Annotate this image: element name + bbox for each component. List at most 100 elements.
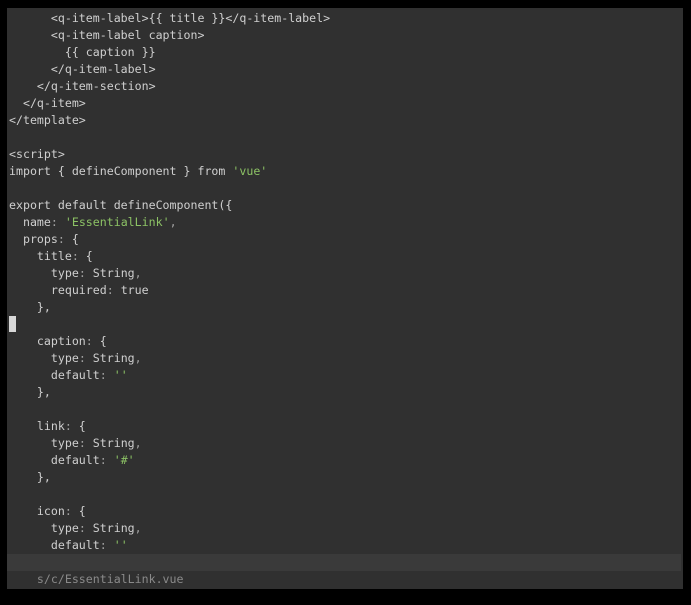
code-token: String: [85, 266, 135, 280]
code-token: ,: [134, 436, 142, 450]
code-line[interactable]: </q-item>: [9, 95, 683, 112]
code-token: :: [50, 215, 58, 229]
code-token: :: [99, 538, 107, 552]
string-token: '': [113, 368, 128, 382]
code-line[interactable]: import { defineComponent } from 'vue': [9, 163, 683, 180]
code-token: ,: [134, 351, 142, 365]
code-token: type: [9, 436, 79, 450]
code-token: {: [78, 249, 93, 263]
code-line[interactable]: <script>: [9, 146, 683, 163]
code-line[interactable]: [9, 316, 683, 333]
code-token: <script>: [9, 147, 65, 161]
code-line[interactable]: default: '': [9, 367, 683, 384]
code-line[interactable]: </q-item-section>: [9, 78, 683, 95]
code-token: type: [9, 351, 79, 365]
code-token: :: [64, 504, 72, 518]
code-line[interactable]: link: {: [9, 418, 683, 435]
code-line[interactable]: default: '': [9, 537, 683, 554]
code-token: default: [9, 453, 100, 467]
code-token: :: [78, 351, 86, 365]
file-path: s/c/EssentialLink.vue: [36, 572, 184, 586]
code-token: <q-item-label caption>: [9, 28, 205, 42]
code-token: :: [106, 283, 114, 297]
status-bar: s/c/EssentialLink.vue: [7, 554, 681, 586]
code-line[interactable]: required: true: [9, 282, 683, 299]
code-line[interactable]: <q-item-label caption>: [9, 27, 683, 44]
code-area[interactable]: <q-item-label>{{ title }}</q-item-label>…: [9, 10, 683, 554]
code-token: :: [57, 232, 65, 246]
code-token: {: [71, 419, 86, 433]
string-token: 'vue': [232, 164, 268, 178]
code-token: import { defineComponent } from: [9, 164, 233, 178]
code-line[interactable]: },: [9, 469, 683, 486]
code-line[interactable]: title: {: [9, 248, 683, 265]
code-line[interactable]: props: {: [9, 231, 683, 248]
code-token: },: [9, 300, 51, 314]
code-token: {: [64, 232, 79, 246]
code-line[interactable]: [9, 486, 683, 503]
code-token: icon: [9, 504, 65, 518]
code-token: String: [85, 436, 135, 450]
code-token: title: [9, 249, 72, 263]
code-line[interactable]: },: [9, 384, 683, 401]
code-line[interactable]: type: String,: [9, 520, 683, 537]
code-token: :: [99, 453, 107, 467]
code-line[interactable]: export default defineComponent({: [9, 197, 683, 214]
code-token: type: [9, 521, 79, 535]
code-line[interactable]: [9, 129, 683, 146]
string-token: '': [113, 538, 128, 552]
code-token: </q-item>: [9, 96, 86, 110]
code-token: <q-item-label>{{ title }}</q-item-label>: [9, 11, 331, 25]
code-token: },: [9, 470, 51, 484]
editor-window: <q-item-label>{{ title }}</q-item-label>…: [7, 8, 683, 589]
code-line[interactable]: caption: {: [9, 333, 683, 350]
code-token: type: [9, 266, 79, 280]
code-token: export default defineComponent({: [9, 198, 233, 212]
code-token: ,: [134, 266, 142, 280]
code-token: true: [113, 283, 149, 297]
code-token: :: [64, 419, 72, 433]
code-line[interactable]: type: String,: [9, 350, 683, 367]
code-token: </q-item-label>: [9, 62, 156, 76]
code-token: String: [85, 351, 135, 365]
code-token: link: [9, 419, 65, 433]
code-token: name: [9, 215, 51, 229]
code-token: default: [9, 368, 100, 382]
code-token: ,: [169, 215, 177, 229]
code-token: :: [71, 249, 79, 263]
code-token: required: [9, 283, 107, 297]
code-line[interactable]: icon: {: [9, 503, 683, 520]
code-token: default: [9, 538, 100, 552]
code-line[interactable]: [9, 180, 683, 197]
code-token: },: [9, 385, 51, 399]
code-token: String: [85, 521, 135, 535]
code-token: </q-item-section>: [9, 79, 156, 93]
code-token: {: [92, 334, 107, 348]
code-token: {{ caption }}: [9, 45, 156, 59]
text-cursor: [9, 316, 16, 332]
code-line[interactable]: type: String,: [9, 435, 683, 452]
string-token: '#': [113, 453, 135, 467]
code-token: props: [9, 232, 58, 246]
code-token: caption: [9, 334, 86, 348]
code-line[interactable]: {{ caption }}: [9, 44, 683, 61]
code-line[interactable]: },: [9, 299, 683, 316]
code-token: :: [85, 334, 93, 348]
code-line[interactable]: </template>: [9, 112, 683, 129]
code-line[interactable]: default: '#': [9, 452, 683, 469]
code-token: :: [99, 368, 107, 382]
code-token: {: [71, 504, 86, 518]
code-token: :: [78, 436, 86, 450]
code-line[interactable]: type: String,: [9, 265, 683, 282]
code-line[interactable]: </q-item-label>: [9, 61, 683, 78]
code-token: :: [78, 521, 86, 535]
code-line[interactable]: [9, 401, 683, 418]
code-line[interactable]: name: 'EssentialLink',: [9, 214, 683, 231]
code-token: :: [78, 266, 86, 280]
code-line[interactable]: <q-item-label>{{ title }}</q-item-label>: [9, 10, 683, 27]
code-token: </template>: [9, 113, 86, 127]
